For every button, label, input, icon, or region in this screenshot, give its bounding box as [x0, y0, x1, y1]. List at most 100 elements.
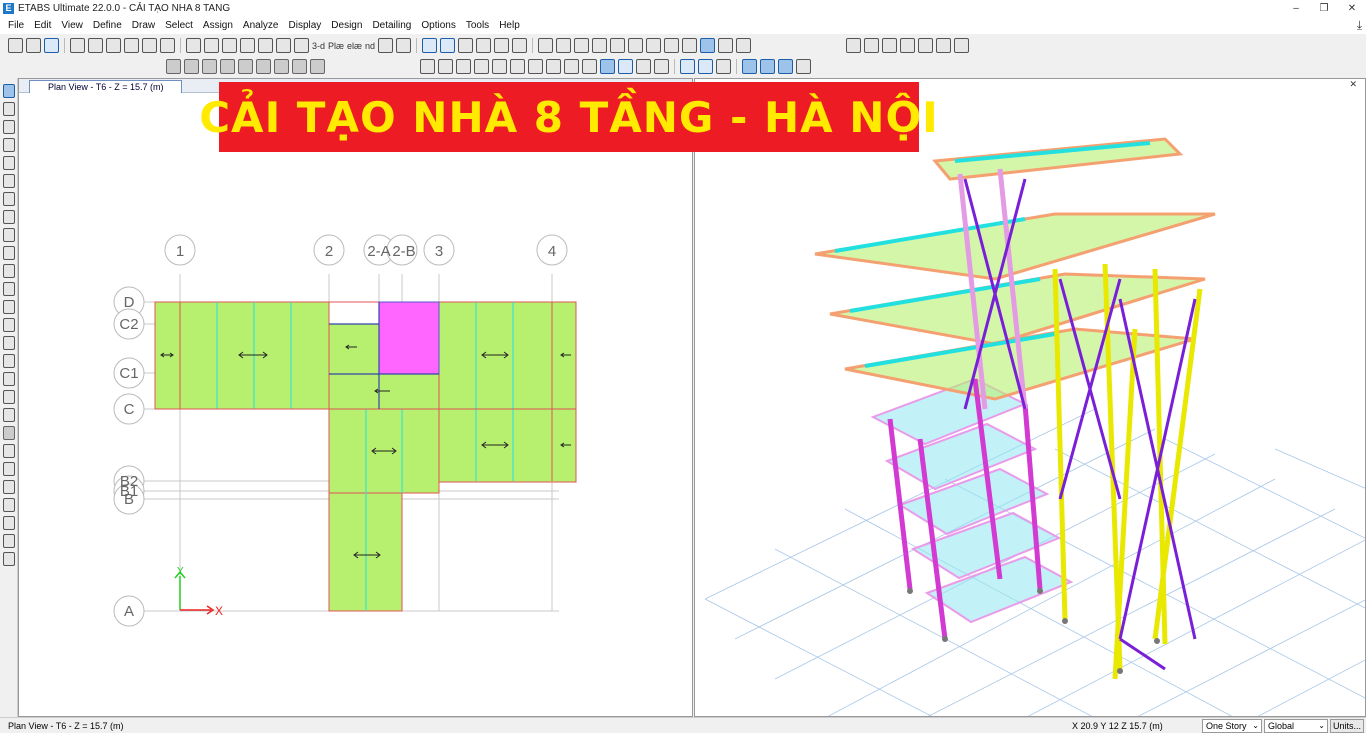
composite-design-icon[interactable] — [882, 38, 897, 53]
draw-wall-v-icon[interactable] — [2, 264, 15, 278]
story-select[interactable]: One Story ⌄ — [1202, 719, 1262, 733]
reshape-icon[interactable] — [2, 102, 15, 116]
download-icon[interactable]: ⤓ — [1357, 18, 1362, 33]
draw-beams-icon[interactable] — [574, 38, 590, 53]
open-icon[interactable] — [26, 38, 41, 53]
zoom-fit-icon[interactable] — [204, 38, 219, 53]
menu-assign[interactable]: Assign — [198, 17, 238, 34]
snap-points-icon[interactable] — [166, 59, 181, 74]
menu-options[interactable]: Options — [416, 17, 460, 34]
draw-secondary-icon[interactable] — [610, 38, 626, 53]
select-all-icon[interactable] — [492, 59, 507, 74]
snap-offset-icon[interactable] — [274, 59, 289, 74]
snap-intersection-icon[interactable] — [202, 59, 217, 74]
draw-developed-icon[interactable] — [2, 408, 15, 422]
pan-icon[interactable] — [276, 38, 291, 53]
draw-brace-icon[interactable] — [556, 38, 572, 53]
draw-links-icon[interactable] — [682, 38, 698, 53]
refresh-icon[interactable] — [124, 38, 139, 53]
save-icon[interactable] — [44, 38, 59, 53]
nd-view-button[interactable]: nd — [365, 41, 375, 51]
draw-grid-icon[interactable] — [2, 354, 15, 368]
scroll-track-icon[interactable] — [2, 426, 15, 440]
toggle-b-icon[interactable] — [698, 59, 713, 74]
slab-design-icon[interactable] — [936, 38, 951, 53]
quick-draw-icon[interactable] — [2, 192, 15, 206]
shear-wall-design-icon[interactable] — [918, 38, 933, 53]
select-area-icon[interactable] — [582, 59, 597, 74]
draw-strip-icon[interactable] — [2, 462, 15, 476]
extrude-icon[interactable] — [512, 38, 528, 53]
menu-select[interactable]: Select — [160, 17, 198, 34]
select-previous-icon[interactable] — [510, 59, 525, 74]
snap-toggle-icon[interactable] — [2, 498, 15, 512]
draw-columns-icon[interactable] — [592, 38, 608, 53]
clear-selection-icon[interactable] — [528, 59, 543, 74]
toggle-a-icon[interactable] — [680, 59, 695, 74]
redo-icon[interactable] — [88, 38, 103, 53]
show-deformed-icon[interactable] — [742, 59, 757, 74]
draw-ramp-icon[interactable] — [718, 38, 734, 53]
object-shrink-icon[interactable] — [458, 38, 474, 53]
draw-reference-icon[interactable] — [2, 516, 15, 530]
zoom-in-icon[interactable] — [240, 38, 255, 53]
plan-view-button[interactable]: Plæ — [328, 41, 344, 51]
display-options-icon[interactable] — [476, 38, 492, 53]
show-tables-icon[interactable] — [796, 59, 811, 74]
draw-tendon-v-icon[interactable] — [2, 444, 15, 458]
draw-section-icon[interactable] — [2, 390, 15, 404]
draw-dimension-icon[interactable] — [2, 372, 15, 386]
menu-file[interactable]: File — [3, 17, 29, 34]
draw-slab-icon[interactable] — [646, 38, 662, 53]
minimize-icon[interactable]: – — [1282, 0, 1310, 17]
select-pointer-icon[interactable] — [420, 59, 435, 74]
pointer-icon[interactable] — [2, 84, 15, 98]
move-down-icon[interactable] — [440, 38, 456, 53]
close-icon[interactable]: ✕ — [1338, 0, 1366, 17]
menu-analyze[interactable]: Analyze — [238, 17, 284, 34]
3d-view-canvas[interactable] — [695, 79, 1366, 717]
assign-icon[interactable] — [654, 59, 669, 74]
select-joint-icon[interactable] — [546, 59, 561, 74]
draw-panel-icon[interactable] — [2, 318, 15, 332]
plan-view-pane[interactable]: Plan View - T6 - Z = 15.7 (m) 1 2 2-A 2-… — [18, 78, 693, 717]
menu-detailing[interactable]: Detailing — [367, 17, 416, 34]
menu-design[interactable]: Design — [326, 17, 367, 34]
perspective-icon[interactable] — [396, 38, 412, 53]
run-analysis-icon[interactable] — [160, 38, 175, 53]
snap-lines-icon[interactable] — [238, 59, 253, 74]
menu-define[interactable]: Define — [88, 17, 127, 34]
elevation-view-button[interactable]: elæ — [347, 41, 362, 51]
draw-point-icon[interactable] — [2, 534, 15, 548]
show-forces-icon[interactable] — [760, 59, 775, 74]
new-model-icon[interactable] — [8, 38, 23, 53]
rotate-icon[interactable] — [378, 38, 394, 53]
pencil-icon[interactable] — [106, 38, 121, 53]
units-button[interactable]: Units... — [1330, 719, 1364, 733]
draw-wall-icon[interactable] — [628, 38, 644, 53]
move-up-icon[interactable] — [422, 38, 438, 53]
menu-draw[interactable]: Draw — [127, 17, 160, 34]
measure-icon[interactable] — [294, 38, 309, 53]
set-display-icon[interactable] — [700, 38, 716, 53]
show-stresses-icon[interactable] — [778, 59, 793, 74]
snap-extension-icon[interactable] — [292, 59, 307, 74]
draw-rect-icon[interactable] — [2, 228, 15, 242]
draw-tendon-icon[interactable] — [736, 38, 752, 53]
toggle-o-icon[interactable] — [716, 59, 731, 74]
plan-view-canvas[interactable]: 1 2 2-A 2-B 3 4 D C2 C1 C B2 B1 B A X Y — [19, 93, 693, 717]
snap-ends-icon[interactable] — [184, 59, 199, 74]
zoom-out-icon[interactable] — [222, 38, 237, 53]
draw-column-icon[interactable] — [2, 156, 15, 170]
snap-fine-grid-icon[interactable] — [256, 59, 271, 74]
coord-system-select[interactable]: Global ⌄ — [1264, 719, 1328, 733]
select-by-plane-icon[interactable] — [600, 59, 615, 74]
select-poly-icon[interactable] — [456, 59, 471, 74]
menu-tools[interactable]: Tools — [461, 17, 494, 34]
draw-line-icon[interactable] — [2, 120, 15, 134]
draw-opening-v-icon[interactable] — [2, 300, 15, 314]
detailing-icon[interactable] — [954, 38, 969, 53]
draw-floor-icon[interactable] — [2, 210, 15, 224]
draw-link-icon[interactable] — [2, 336, 15, 350]
steel-design-icon[interactable] — [846, 38, 861, 53]
